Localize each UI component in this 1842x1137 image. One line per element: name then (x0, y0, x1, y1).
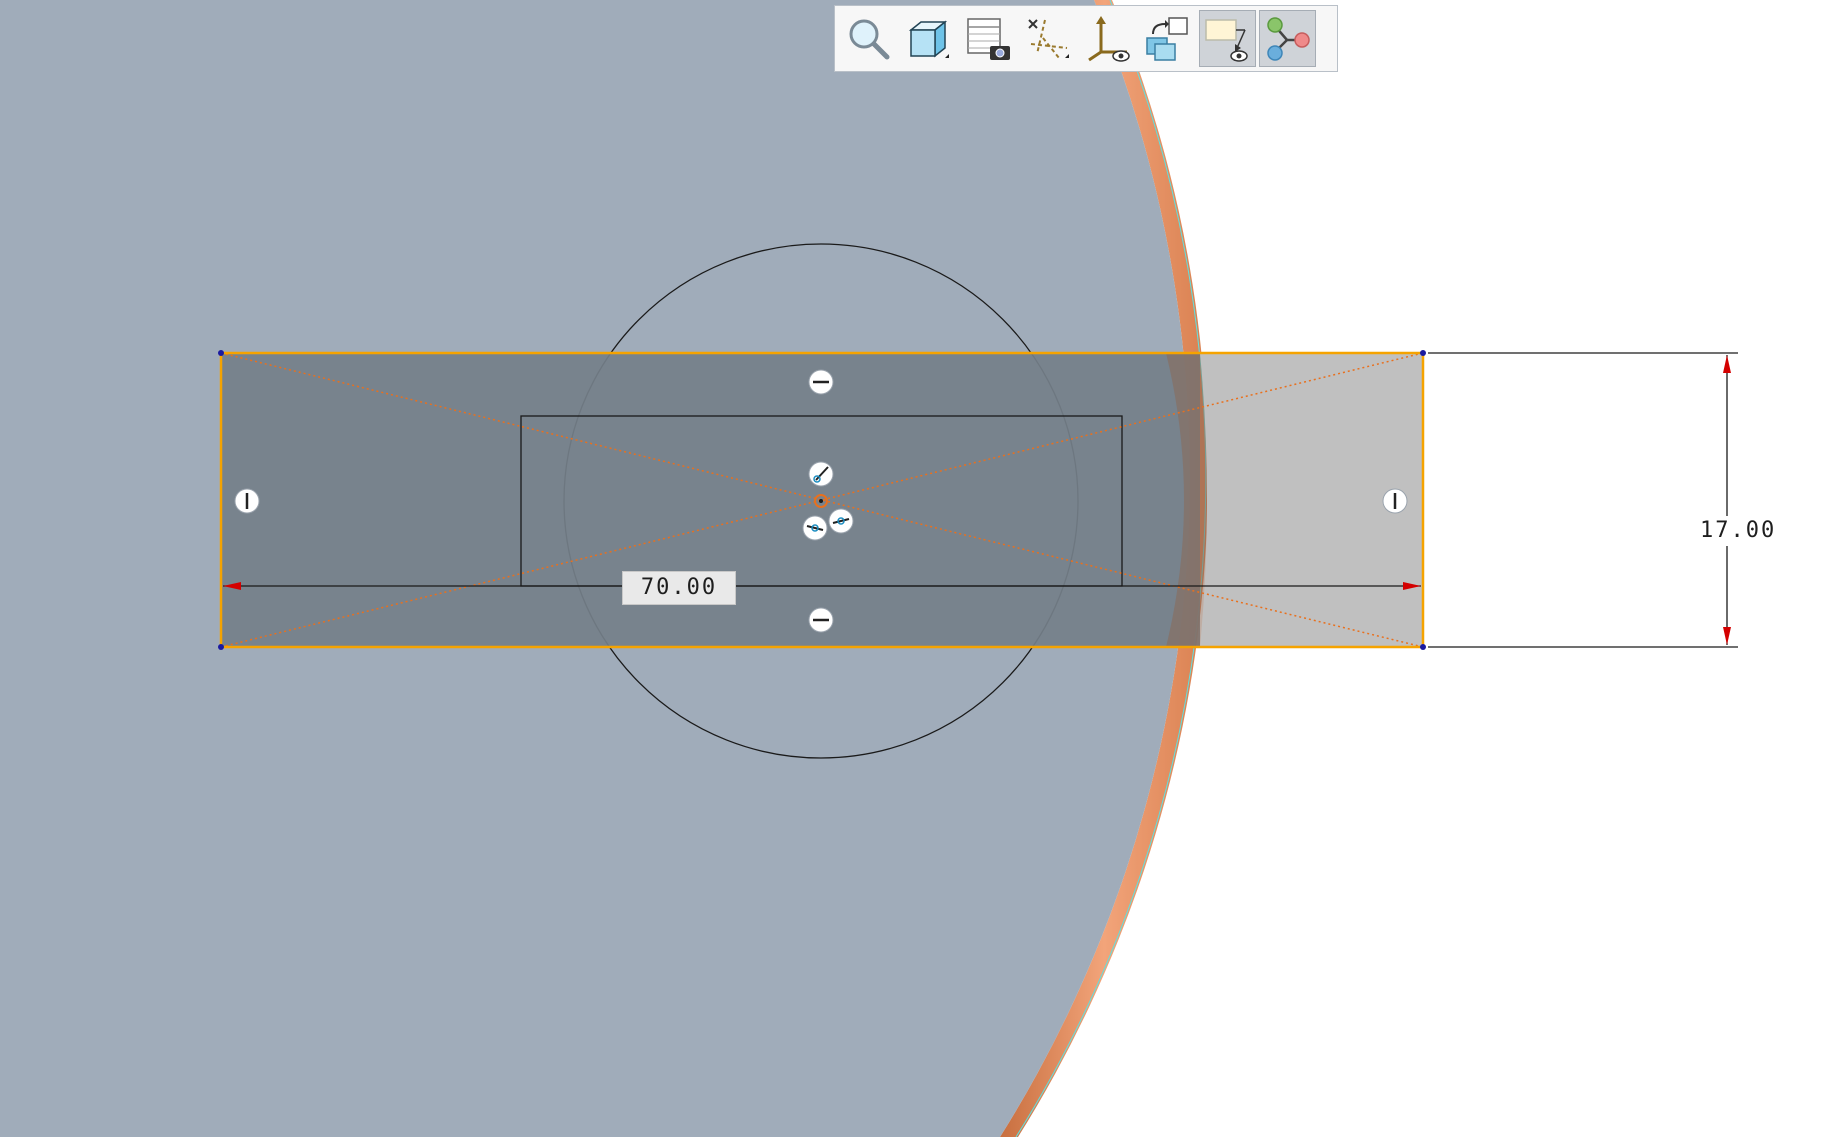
sketch-view-icon (1204, 18, 1248, 62)
repaint-button[interactable] (1139, 10, 1196, 67)
display-style-button[interactable] (899, 10, 956, 67)
datum-display-button[interactable] (1019, 10, 1076, 67)
width-dimension-value[interactable]: 70.00 (622, 571, 736, 605)
csys-eye-icon (1087, 15, 1130, 62)
magnifier-icon (849, 19, 889, 59)
point-on-entity-constraint-icon[interactable] (802, 515, 828, 541)
sketcher-display-button[interactable] (1259, 10, 1316, 67)
point-on-entity-constraint-icon[interactable] (828, 508, 854, 534)
vertical-constraint-icon[interactable] (1382, 488, 1408, 514)
height-dimension-value[interactable]: 17.00 (1700, 516, 1774, 546)
vertical-constraint-icon[interactable] (234, 488, 260, 514)
vertex[interactable] (1420, 644, 1426, 650)
cube-icon (908, 19, 949, 58)
saved-views-button[interactable] (959, 10, 1016, 67)
zoom-to-fit-button[interactable] (839, 10, 896, 67)
dimension-arrow (1723, 627, 1731, 645)
dimension-arrow (1723, 355, 1731, 373)
horizontal-constraint-icon[interactable] (808, 607, 834, 633)
vertex[interactable] (218, 350, 224, 356)
repaint-icon (1145, 16, 1188, 61)
point-on-entity-constraint-icon[interactable] (808, 461, 834, 487)
horizontal-constraint-icon[interactable] (808, 369, 834, 395)
graphics-area[interactable] (0, 0, 1842, 1137)
graphics-toolbar (834, 5, 1338, 72)
view-manager-camera-icon (966, 17, 1010, 60)
sketch-view-button[interactable] (1199, 10, 1256, 67)
constraint-display-icon (1266, 16, 1310, 61)
vertex[interactable] (1420, 350, 1426, 356)
vertex[interactable] (218, 644, 224, 650)
datum-filters-icon (1027, 18, 1069, 59)
csys-display-button[interactable] (1079, 10, 1136, 67)
